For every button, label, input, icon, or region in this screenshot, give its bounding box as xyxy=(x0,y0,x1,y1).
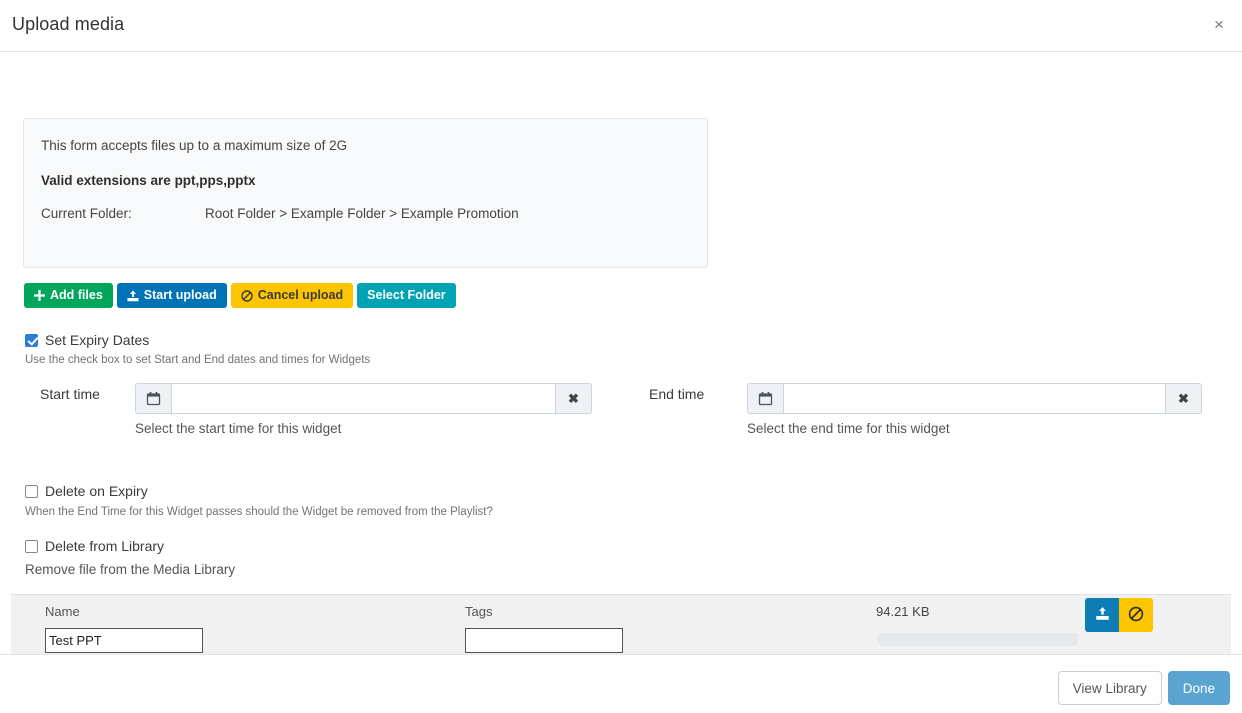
delete-on-expiry-checkbox[interactable] xyxy=(25,485,38,498)
start-time-help: Select the start time for this widget xyxy=(135,421,341,436)
file-size-text: 94.21 KB xyxy=(876,604,930,619)
ban-icon xyxy=(241,290,253,302)
delete-from-library-row[interactable]: Delete from Library xyxy=(25,538,164,554)
file-tags-label: Tags xyxy=(465,604,492,619)
start-time-input-group: ✖ xyxy=(135,383,592,414)
add-files-button[interactable]: Add files xyxy=(24,283,113,308)
add-files-label: Add files xyxy=(50,283,103,308)
select-folder-label: Select Folder xyxy=(367,283,446,308)
start-time-label: Start time xyxy=(40,386,100,402)
breadcrumb: Root Folder > Example Folder > Example P… xyxy=(205,206,519,221)
start-upload-button[interactable]: Start upload xyxy=(117,283,227,308)
footer-buttons: View Library Done xyxy=(1058,671,1230,705)
set-expiry-dates-label: Set Expiry Dates xyxy=(45,332,149,348)
file-name-label: Name xyxy=(45,604,80,619)
end-time-input-group: ✖ xyxy=(747,383,1202,414)
page-title: Upload media xyxy=(12,14,124,35)
cancel-upload-button[interactable]: Cancel upload xyxy=(231,283,353,308)
delete-on-expiry-help: When the End Time for this Widget passes… xyxy=(25,506,493,518)
file-cancel-button[interactable] xyxy=(1119,598,1153,632)
plus-icon xyxy=(34,290,45,301)
done-button[interactable]: Done xyxy=(1168,671,1230,705)
valid-extensions-text: Valid extensions are ppt,pps,pptx xyxy=(41,173,256,188)
set-expiry-dates-row[interactable]: Set Expiry Dates xyxy=(25,332,149,348)
max-size-text: This form accepts files up to a maximum … xyxy=(41,138,347,153)
file-upload-button[interactable] xyxy=(1085,598,1119,632)
select-folder-button[interactable]: Select Folder xyxy=(357,283,456,308)
end-time-help: Select the end time for this widget xyxy=(747,421,950,436)
modal-body: This form accepts files up to a maximum … xyxy=(0,52,1242,653)
delete-from-library-help: Remove file from the Media Library xyxy=(25,562,235,577)
upload-info-panel: This form accepts files up to a maximum … xyxy=(23,118,708,268)
file-tags-input[interactable] xyxy=(465,628,623,653)
upload-icon xyxy=(127,290,139,302)
delete-from-library-checkbox[interactable] xyxy=(25,540,38,553)
clear-icon[interactable]: ✖ xyxy=(556,383,592,414)
cancel-upload-label: Cancel upload xyxy=(258,283,343,308)
start-time-input[interactable] xyxy=(171,383,556,414)
current-folder-label: Current Folder: xyxy=(41,206,132,221)
delete-from-library-label: Delete from Library xyxy=(45,538,164,554)
close-icon[interactable]: × xyxy=(1208,14,1230,36)
set-expiry-dates-help: Use the check box to set Start and End d… xyxy=(25,354,370,366)
set-expiry-dates-checkbox[interactable] xyxy=(25,334,38,347)
upload-toolbar: Add files Start upload Cancel upload Sel… xyxy=(24,283,456,308)
clear-icon[interactable]: ✖ xyxy=(1166,383,1202,414)
start-upload-label: Start upload xyxy=(144,283,217,308)
upload-icon xyxy=(1095,606,1110,624)
delete-on-expiry-label: Delete on Expiry xyxy=(45,483,148,499)
calendar-icon[interactable] xyxy=(747,383,783,414)
modal-header: Upload media × xyxy=(0,0,1242,52)
file-action-buttons xyxy=(1085,598,1153,632)
delete-on-expiry-row[interactable]: Delete on Expiry xyxy=(25,483,148,499)
file-name-input[interactable] xyxy=(45,628,203,653)
upload-progress-bar xyxy=(878,633,1078,646)
ban-icon xyxy=(1128,606,1144,625)
view-library-button[interactable]: View Library xyxy=(1058,671,1162,705)
calendar-icon[interactable] xyxy=(135,383,171,414)
end-time-label: End time xyxy=(649,386,704,402)
end-time-input[interactable] xyxy=(783,383,1166,414)
modal-footer: View Library Done xyxy=(0,654,1242,713)
